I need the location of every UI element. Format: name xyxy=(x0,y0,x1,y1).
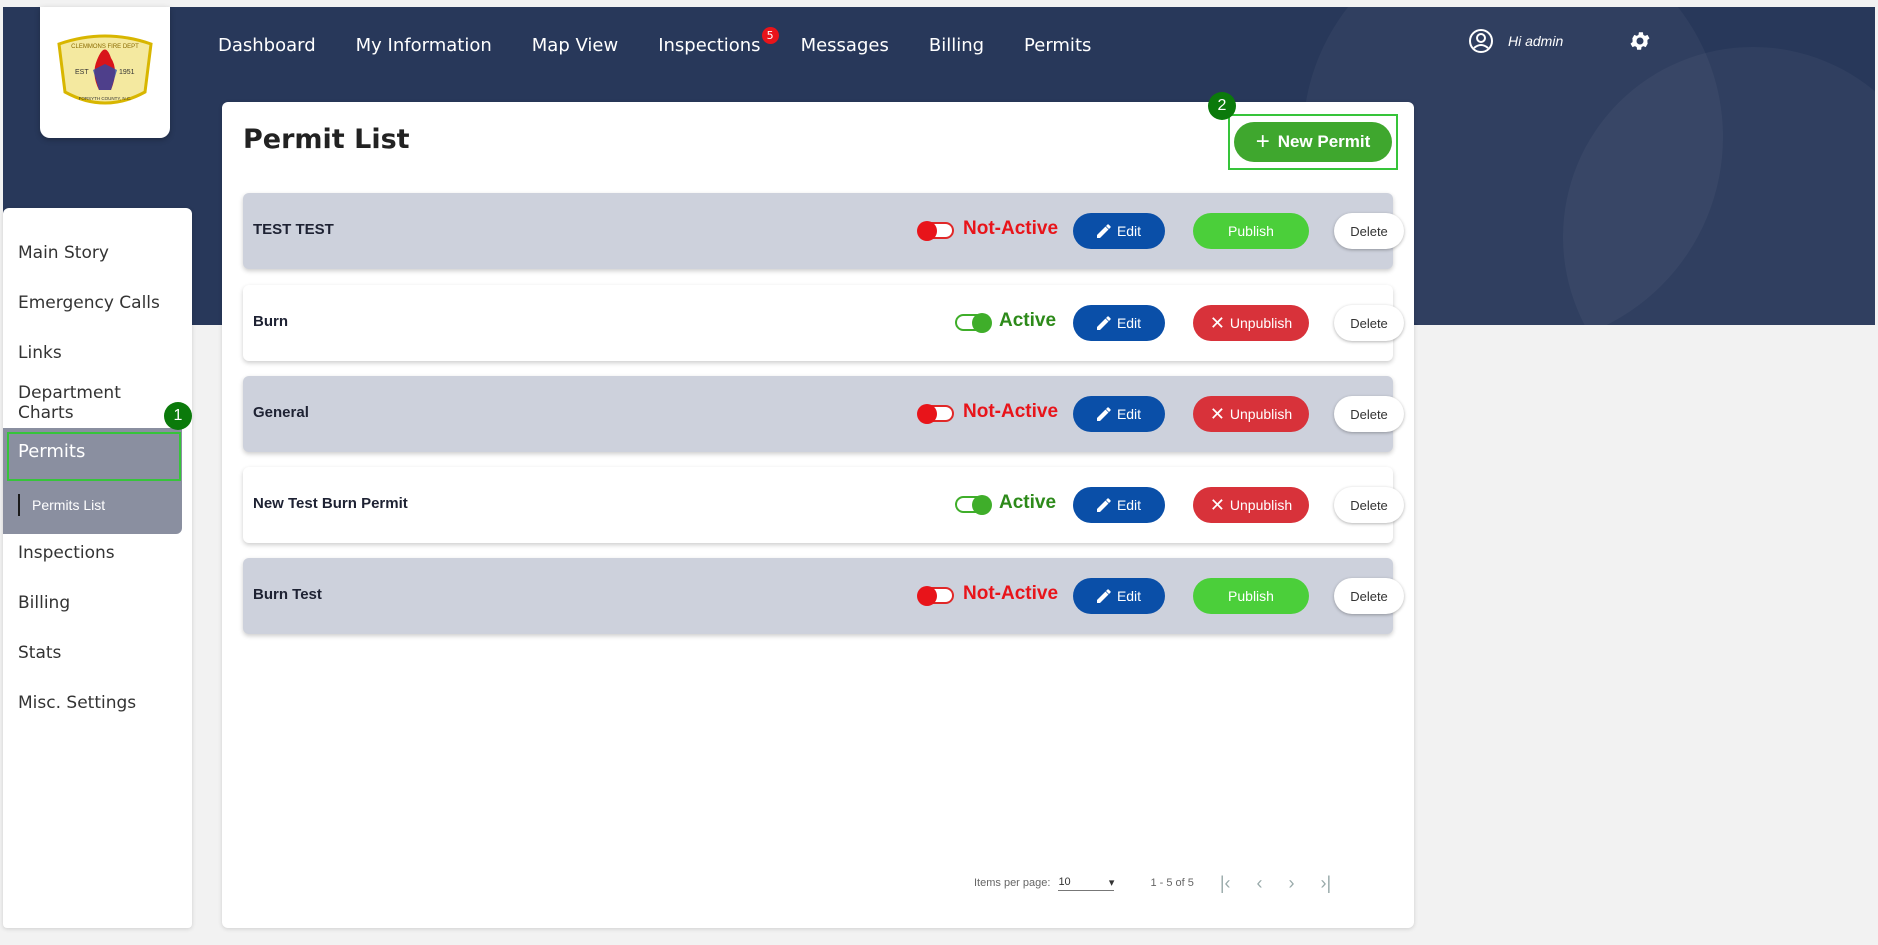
last-page-icon[interactable]: ›| xyxy=(1321,873,1332,894)
user-menu[interactable]: Hi admin xyxy=(1468,28,1563,54)
items-per-page-value: 10 xyxy=(1058,876,1071,888)
status-label: Active xyxy=(999,492,1057,513)
pencil-icon xyxy=(1096,316,1111,330)
permit-row: General Not-Active Edit ✕ Unpublish Dele… xyxy=(243,376,1404,452)
active-toggle[interactable] xyxy=(955,313,992,333)
sidebar: Main Story Emergency Calls Links Departm… xyxy=(3,208,192,928)
nav-permits[interactable]: Permits xyxy=(1024,35,1091,56)
permit-row: New Test Burn Permit Active Edit ✕ Unpub… xyxy=(243,467,1404,543)
permit-row: Burn Active Edit ✕ Unpublish Delete xyxy=(243,285,1404,361)
permit-row: Burn Test Not-Active Edit Publish Delete xyxy=(243,558,1404,634)
publish-button[interactable]: Publish xyxy=(1193,578,1309,614)
delete-button[interactable]: Delete xyxy=(1334,213,1404,249)
pencil-icon xyxy=(1096,224,1111,238)
items-per-page-label: Items per page: xyxy=(974,877,1051,889)
active-toggle[interactable] xyxy=(917,221,954,241)
top-nav: Dashboard My Information Map View Inspec… xyxy=(218,26,1131,62)
nav-billing[interactable]: Billing xyxy=(929,35,984,56)
page-range: 1 - 5 of 5 xyxy=(1150,877,1194,889)
settings-button[interactable] xyxy=(1628,29,1652,58)
status-label: Not-Active xyxy=(963,583,1059,604)
sidebar-item-emergency-calls[interactable]: Emergency Calls xyxy=(18,293,160,313)
edit-button[interactable]: Edit xyxy=(1073,578,1165,614)
delete-button[interactable]: Delete xyxy=(1334,305,1404,341)
logo-bottom: FORSYTH COUNTY, N.C. xyxy=(79,96,132,101)
permit-name: New Test Burn Permit xyxy=(253,495,408,512)
active-toggle[interactable] xyxy=(955,495,992,515)
logo-card[interactable]: CLEMMONS FIRE DEPT EST 1951 FORSYTH COUN… xyxy=(40,7,170,138)
permit-name: TEST TEST xyxy=(253,221,334,238)
permit-row: TEST TEST Not-Active Edit Publish Delete xyxy=(243,193,1404,269)
status-label: Active xyxy=(999,310,1057,331)
edit-button[interactable]: Edit xyxy=(1073,396,1165,432)
active-toggle[interactable] xyxy=(917,404,954,424)
permit-name: Burn xyxy=(253,313,288,330)
gear-icon xyxy=(1630,32,1650,50)
plus-icon: + xyxy=(1255,128,1270,155)
status-label: Not-Active xyxy=(963,218,1059,239)
new-permit-label: New Permit xyxy=(1277,132,1371,151)
edit-button[interactable]: Edit xyxy=(1073,305,1165,341)
nav-inspections-label: Inspections xyxy=(658,34,761,56)
inspections-badge: 5 xyxy=(761,26,779,44)
active-toggle[interactable] xyxy=(917,586,954,606)
page-title: Permit List xyxy=(243,124,410,155)
permit-list-card: Permit List + New Permit 2 TEST TEST Not… xyxy=(222,92,1414,928)
edit-button[interactable]: Edit xyxy=(1073,487,1165,523)
permit-name: General xyxy=(253,404,309,421)
nav-messages[interactable]: Messages xyxy=(801,35,889,56)
sidebar-item-main-story[interactable]: Main Story xyxy=(18,243,109,263)
new-permit-button[interactable]: + New Permit xyxy=(1234,122,1392,162)
sidebar-item-billing[interactable]: Billing xyxy=(18,593,70,613)
nav-my-information[interactable]: My Information xyxy=(356,35,492,56)
close-icon: ✕ xyxy=(1209,494,1225,515)
sidebar-item-misc-settings[interactable]: Misc. Settings xyxy=(18,693,136,713)
fire-dept-logo: CLEMMONS FIRE DEPT EST 1951 FORSYTH COUN… xyxy=(57,34,153,104)
unpublish-button[interactable]: ✕ Unpublish xyxy=(1193,487,1309,523)
close-icon: ✕ xyxy=(1209,312,1225,333)
sidebar-item-inspections[interactable]: Inspections xyxy=(18,543,115,563)
sidebar-item-links[interactable]: Links xyxy=(18,343,62,363)
logo-year: 1951 xyxy=(119,69,135,76)
sidebar-subitem-permits-list[interactable]: Permits List xyxy=(18,494,105,516)
sidebar-item-permits-label: Permits xyxy=(18,441,86,462)
unpublish-button[interactable]: ✕ Unpublish xyxy=(1193,305,1309,341)
prev-page-icon[interactable]: ‹ xyxy=(1257,873,1263,894)
publish-button[interactable]: Publish xyxy=(1193,213,1309,249)
logo-est: EST xyxy=(75,69,89,76)
logo-text-top: CLEMMONS FIRE DEPT xyxy=(71,44,139,50)
pencil-icon xyxy=(1096,407,1111,421)
user-circle-icon xyxy=(1469,29,1493,53)
nav-dashboard[interactable]: Dashboard xyxy=(218,35,316,56)
items-per-page-select[interactable]: 10 ▾ xyxy=(1058,876,1115,891)
unpublish-button[interactable]: ✕ Unpublish xyxy=(1193,396,1309,432)
nav-map-view[interactable]: Map View xyxy=(532,35,618,56)
edit-button[interactable]: Edit xyxy=(1073,213,1165,249)
step-marker-1: 1 xyxy=(164,402,192,430)
sidebar-item-stats[interactable]: Stats xyxy=(18,643,61,663)
delete-button[interactable]: Delete xyxy=(1334,578,1404,614)
close-icon: ✕ xyxy=(1209,403,1225,424)
pencil-icon xyxy=(1096,498,1111,512)
first-page-icon[interactable]: |‹ xyxy=(1220,873,1231,894)
chevron-down-icon: ▾ xyxy=(1108,876,1115,889)
delete-button[interactable]: Delete xyxy=(1334,487,1404,523)
paginator: Items per page: 10 ▾ 1 - 5 of 5 |‹ ‹ › ›… xyxy=(974,868,1331,898)
sidebar-item-permits[interactable]: Permits Permits List xyxy=(3,428,182,534)
step-marker-2: 2 xyxy=(1208,92,1236,120)
nav-inspections[interactable]: Inspections 5 xyxy=(658,26,779,56)
delete-button[interactable]: Delete xyxy=(1334,396,1404,432)
user-greeting: Hi admin xyxy=(1508,33,1564,49)
next-page-icon[interactable]: › xyxy=(1289,873,1295,894)
pencil-icon xyxy=(1096,589,1111,603)
permit-name: Burn Test xyxy=(253,586,322,603)
status-label: Not-Active xyxy=(963,401,1059,422)
sidebar-item-department-charts[interactable]: Department Charts xyxy=(18,383,138,423)
